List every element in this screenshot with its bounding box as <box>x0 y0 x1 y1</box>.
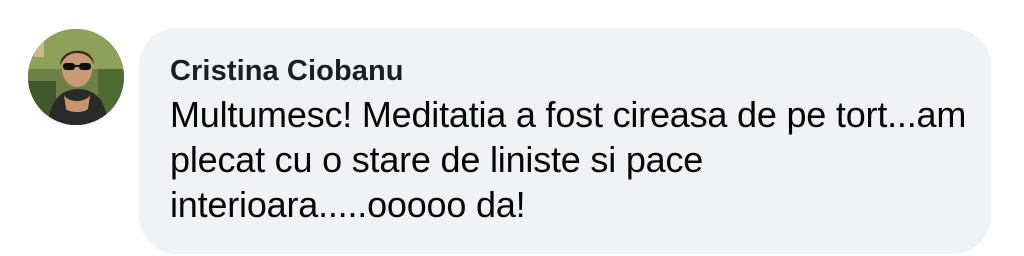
user-photo-avatar-icon <box>28 29 124 125</box>
comment-body-text: Multumesc! Meditatia a fost cireasa de p… <box>170 94 967 225</box>
avatar[interactable] <box>28 29 124 125</box>
comment-author-name[interactable]: Cristina Ciobanu <box>170 54 961 88</box>
comment-bubble: Cristina Ciobanu Multumesc! Meditatia a … <box>139 28 991 254</box>
comment-row: Cristina Ciobanu Multumesc! Meditatia a … <box>0 0 1024 256</box>
